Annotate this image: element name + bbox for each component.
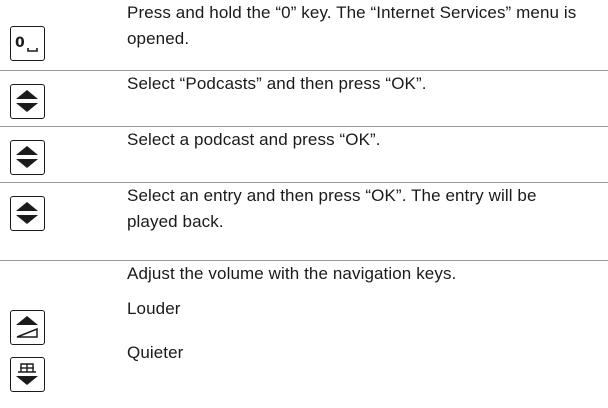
volume-instruction-text: Adjust the volume with the navigation ke… (127, 264, 457, 283)
louder-text: Louder (127, 299, 181, 318)
volume-down-icon (16, 363, 38, 385)
step-3-text: Select a podcast and press “OK”. (127, 130, 381, 149)
step-1-text: Press and hold the “0” key. The “Interne… (127, 3, 577, 48)
up-down-arrow-icon (16, 146, 38, 168)
volume-down-key (10, 357, 45, 392)
up-down-arrow-icon (16, 90, 38, 112)
step-2-text: Select “Podcasts” and then press “OK”. (127, 74, 427, 93)
up-down-navigation-key (10, 196, 45, 231)
instruction-table: 0 Press and hold the “0” key. The “Inter… (0, 0, 608, 408)
step-4-text: Select an entry and then press “OK”. The… (127, 186, 537, 231)
volume-up-key (10, 310, 45, 345)
volume-up-icon (16, 316, 38, 338)
up-down-navigation-key (10, 140, 45, 175)
up-down-arrow-icon (16, 202, 38, 224)
space-icon (27, 48, 38, 52)
quieter-text: Quieter (127, 343, 184, 362)
up-down-navigation-key (10, 84, 45, 119)
zero-key: 0 (10, 26, 45, 61)
